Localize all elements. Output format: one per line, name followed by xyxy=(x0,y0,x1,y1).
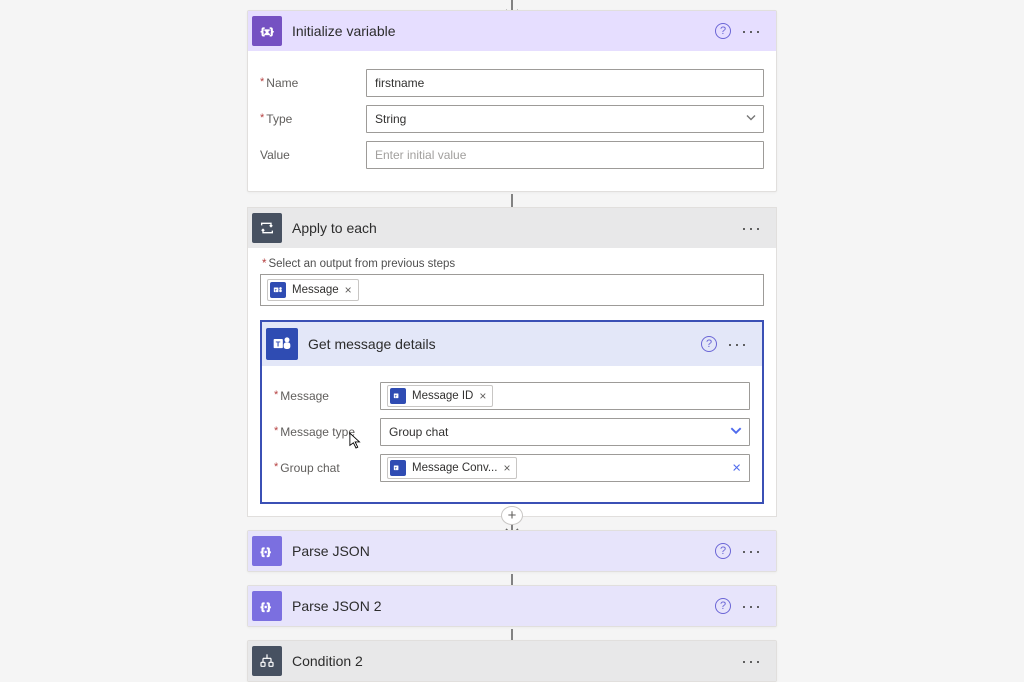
svg-text:{·}: {·} xyxy=(261,546,270,556)
token-label: Message xyxy=(292,284,339,296)
svg-text:{·}: {·} xyxy=(261,601,270,611)
field-label-type: *Type xyxy=(260,112,366,126)
name-input[interactable]: firstname xyxy=(366,69,764,97)
card-title: Parse JSON xyxy=(292,543,705,559)
token-message[interactable]: T Message × xyxy=(267,279,359,301)
card-header[interactable]: {·} Parse JSON 2 ? ··· xyxy=(248,586,776,626)
help-icon[interactable]: ? xyxy=(715,598,731,614)
teams-icon: T xyxy=(390,388,406,404)
chevron-down-icon xyxy=(729,423,743,440)
token-label: Message ID xyxy=(412,390,473,402)
arrow-down-icon xyxy=(502,572,522,585)
parse-json-card: {·} Parse JSON ? ··· xyxy=(247,530,777,572)
card-header[interactable]: Condition 2 ··· xyxy=(248,641,776,681)
token-message-conv[interactable]: T Message Conv... × xyxy=(387,457,517,479)
card-title: Initialize variable xyxy=(292,23,705,39)
message-input[interactable]: T Message ID × xyxy=(380,382,750,410)
card-header[interactable]: {x} Initialize variable ? ··· xyxy=(248,11,776,51)
card-header[interactable]: {·} Parse JSON ? ··· xyxy=(248,531,776,571)
parse-json-2-card: {·} Parse JSON 2 ? ··· xyxy=(247,585,777,627)
clear-icon[interactable]: × xyxy=(732,459,741,476)
add-step-button[interactable]: + xyxy=(501,506,523,525)
output-from-label: *Select an output from previous steps xyxy=(262,258,762,270)
condition-2-card: Condition 2 ··· xyxy=(247,640,777,682)
help-icon[interactable]: ? xyxy=(701,336,717,352)
field-label-value: Value xyxy=(260,148,366,162)
chevron-down-icon xyxy=(745,111,757,126)
value-input[interactable]: Enter initial value xyxy=(366,141,764,169)
output-from-input[interactable]: T Message × xyxy=(260,274,764,306)
data-operation-icon: {·} xyxy=(252,591,282,621)
card-body: *Name firstname *Type String Value Enter… xyxy=(248,51,776,191)
condition-icon xyxy=(252,646,282,676)
card-title: Parse JSON 2 xyxy=(292,598,705,614)
field-label-group-chat: *Group chat xyxy=(274,461,380,475)
card-header[interactable]: Apply to each ··· xyxy=(248,208,776,248)
help-icon[interactable]: ? xyxy=(715,543,731,559)
teams-icon: T xyxy=(390,460,406,476)
arrow-down-icon xyxy=(502,627,522,640)
svg-text:T: T xyxy=(276,339,281,348)
teams-icon: T xyxy=(270,282,286,298)
token-remove-icon[interactable]: × xyxy=(479,389,486,403)
token-label: Message Conv... xyxy=(412,462,497,474)
arrow-down-icon xyxy=(502,192,522,207)
field-label-message: *Message xyxy=(274,389,380,403)
teams-icon: T xyxy=(266,328,298,360)
variable-icon: {x} xyxy=(252,16,282,46)
data-operation-icon: {·} xyxy=(252,536,282,566)
card-title: Get message details xyxy=(308,336,691,352)
card-title: Apply to each xyxy=(292,220,731,236)
field-label-name: *Name xyxy=(260,76,366,90)
get-message-details-card: T Get message details ? ··· *Message xyxy=(260,320,764,504)
token-remove-icon[interactable]: × xyxy=(345,283,352,297)
flow-canvas: {x} Initialize variable ? ··· *Name firs… xyxy=(0,0,1024,682)
apply-to-each-card: Apply to each ··· *Select an output from… xyxy=(247,207,777,517)
help-icon[interactable]: ? xyxy=(715,23,731,39)
card-header[interactable]: T Get message details ? ··· xyxy=(262,322,762,366)
initialize-variable-card: {x} Initialize variable ? ··· *Name firs… xyxy=(247,10,777,192)
field-label-message-type: *Message type xyxy=(274,425,380,439)
loop-icon xyxy=(252,213,282,243)
token-message-id[interactable]: T Message ID × xyxy=(387,385,493,407)
svg-text:{x}: {x} xyxy=(260,27,274,37)
card-title: Condition 2 xyxy=(292,653,731,669)
token-remove-icon[interactable]: × xyxy=(503,461,510,475)
type-select[interactable]: String xyxy=(366,105,764,133)
arrow-down-icon xyxy=(502,0,522,10)
group-chat-input[interactable]: T Message Conv... × × xyxy=(380,454,750,482)
message-type-select[interactable]: Group chat xyxy=(380,418,750,446)
